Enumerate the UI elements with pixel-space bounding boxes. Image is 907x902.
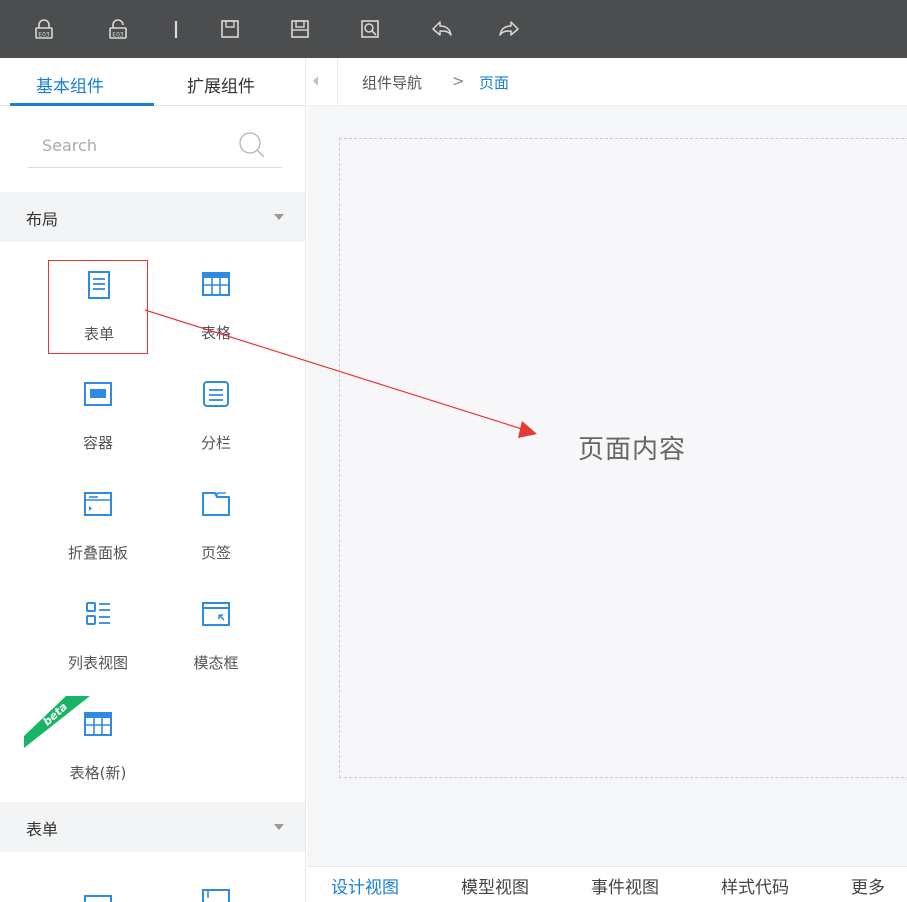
- component-tabs: 基本组件 扩展组件: [0, 58, 305, 106]
- container-icon: [82, 378, 114, 410]
- collapse-panel-button[interactable]: [313, 76, 318, 86]
- active-tab-indicator: [10, 103, 154, 106]
- component-panel: 基本组件 扩展组件 布局 表单 表格 容器 分栏: [0, 58, 306, 902]
- component-columns[interactable]: 分栏: [166, 370, 266, 464]
- breadcrumb: 组件导航 > 页面: [307, 58, 907, 106]
- tab-more[interactable]: 更多: [851, 873, 885, 898]
- tabs-icon: [200, 488, 232, 520]
- component-collapse-panel[interactable]: 折叠面板: [48, 480, 148, 574]
- chevron-down-icon[interactable]: [274, 824, 284, 830]
- component-label: 容器: [82, 434, 113, 452]
- page-content-placeholder: 页面内容: [578, 435, 687, 465]
- breadcrumb-separator: >: [452, 72, 465, 90]
- form-field-icon: [200, 886, 232, 902]
- svg-text:E03: E03: [112, 32, 124, 39]
- component-tabs[interactable]: 页签: [166, 480, 266, 574]
- collapse-panel-icon: [82, 488, 114, 520]
- breadcrumb-current: 页面: [479, 74, 510, 92]
- lock-icon[interactable]: E03: [30, 15, 58, 43]
- tab-model-view[interactable]: 模型视图: [461, 873, 529, 898]
- component-partial[interactable]: [166, 878, 266, 902]
- view-tabs: 设计视图 模型视图 事件视图 样式代码 更多: [307, 866, 907, 902]
- component-label: 列表视图: [67, 654, 128, 672]
- component-label: 表单: [83, 325, 114, 343]
- divider: [337, 58, 338, 106]
- component-search: [28, 122, 282, 168]
- search-input[interactable]: [28, 130, 228, 160]
- component-label: 模态框: [193, 654, 239, 672]
- undo-icon[interactable]: [428, 15, 456, 43]
- tab-extended-components[interactable]: 扩展组件: [187, 72, 255, 97]
- page-drop-area[interactable]: 页面内容: [339, 138, 907, 778]
- modal-icon: [200, 598, 232, 630]
- table-icon: [200, 268, 232, 300]
- component-modal[interactable]: 模态框: [166, 590, 266, 684]
- section-title: 表单: [26, 820, 59, 839]
- component-table[interactable]: 表格: [166, 260, 266, 354]
- unlock-icon[interactable]: E03: [104, 15, 132, 43]
- tab-style-code[interactable]: 样式代码: [721, 873, 789, 898]
- section-title: 布局: [26, 210, 59, 229]
- tab-event-view[interactable]: 事件视图: [591, 873, 659, 898]
- component-form[interactable]: 表单: [48, 260, 148, 354]
- section-layout[interactable]: 布局: [0, 192, 305, 242]
- component-label: 折叠面板: [67, 544, 128, 562]
- save-as-icon[interactable]: [286, 15, 314, 43]
- component-label: 表格(新): [69, 764, 127, 782]
- design-canvas: 页面内容: [307, 106, 907, 866]
- svg-text:E03: E03: [38, 32, 50, 39]
- tab-basic-components[interactable]: 基本组件: [36, 72, 104, 97]
- columns-icon: [200, 378, 232, 410]
- list-view-icon: [82, 598, 114, 630]
- breadcrumb-parent-link[interactable]: 组件导航: [362, 72, 422, 93]
- form-icon: [83, 269, 115, 301]
- redo-icon[interactable]: [495, 15, 523, 43]
- component-label: 页签: [200, 544, 231, 562]
- component-partial[interactable]: [48, 878, 148, 902]
- chevron-down-icon[interactable]: [274, 214, 284, 220]
- divider-icon: [162, 15, 190, 43]
- top-toolbar: E03 E03: [0, 0, 907, 58]
- component-container[interactable]: 容器: [48, 370, 148, 464]
- section-form[interactable]: 表单: [0, 802, 305, 852]
- preview-icon[interactable]: [356, 15, 384, 43]
- save-icon[interactable]: [216, 15, 244, 43]
- component-list-view[interactable]: 列表视图: [48, 590, 148, 684]
- component-label: 分栏: [200, 434, 231, 452]
- component-label: 表格: [200, 324, 231, 342]
- tab-design-view[interactable]: 设计视图: [331, 873, 399, 898]
- search-icon[interactable]: [237, 130, 267, 160]
- form-field-icon: [82, 886, 114, 902]
- beta-badge: beta: [24, 696, 90, 748]
